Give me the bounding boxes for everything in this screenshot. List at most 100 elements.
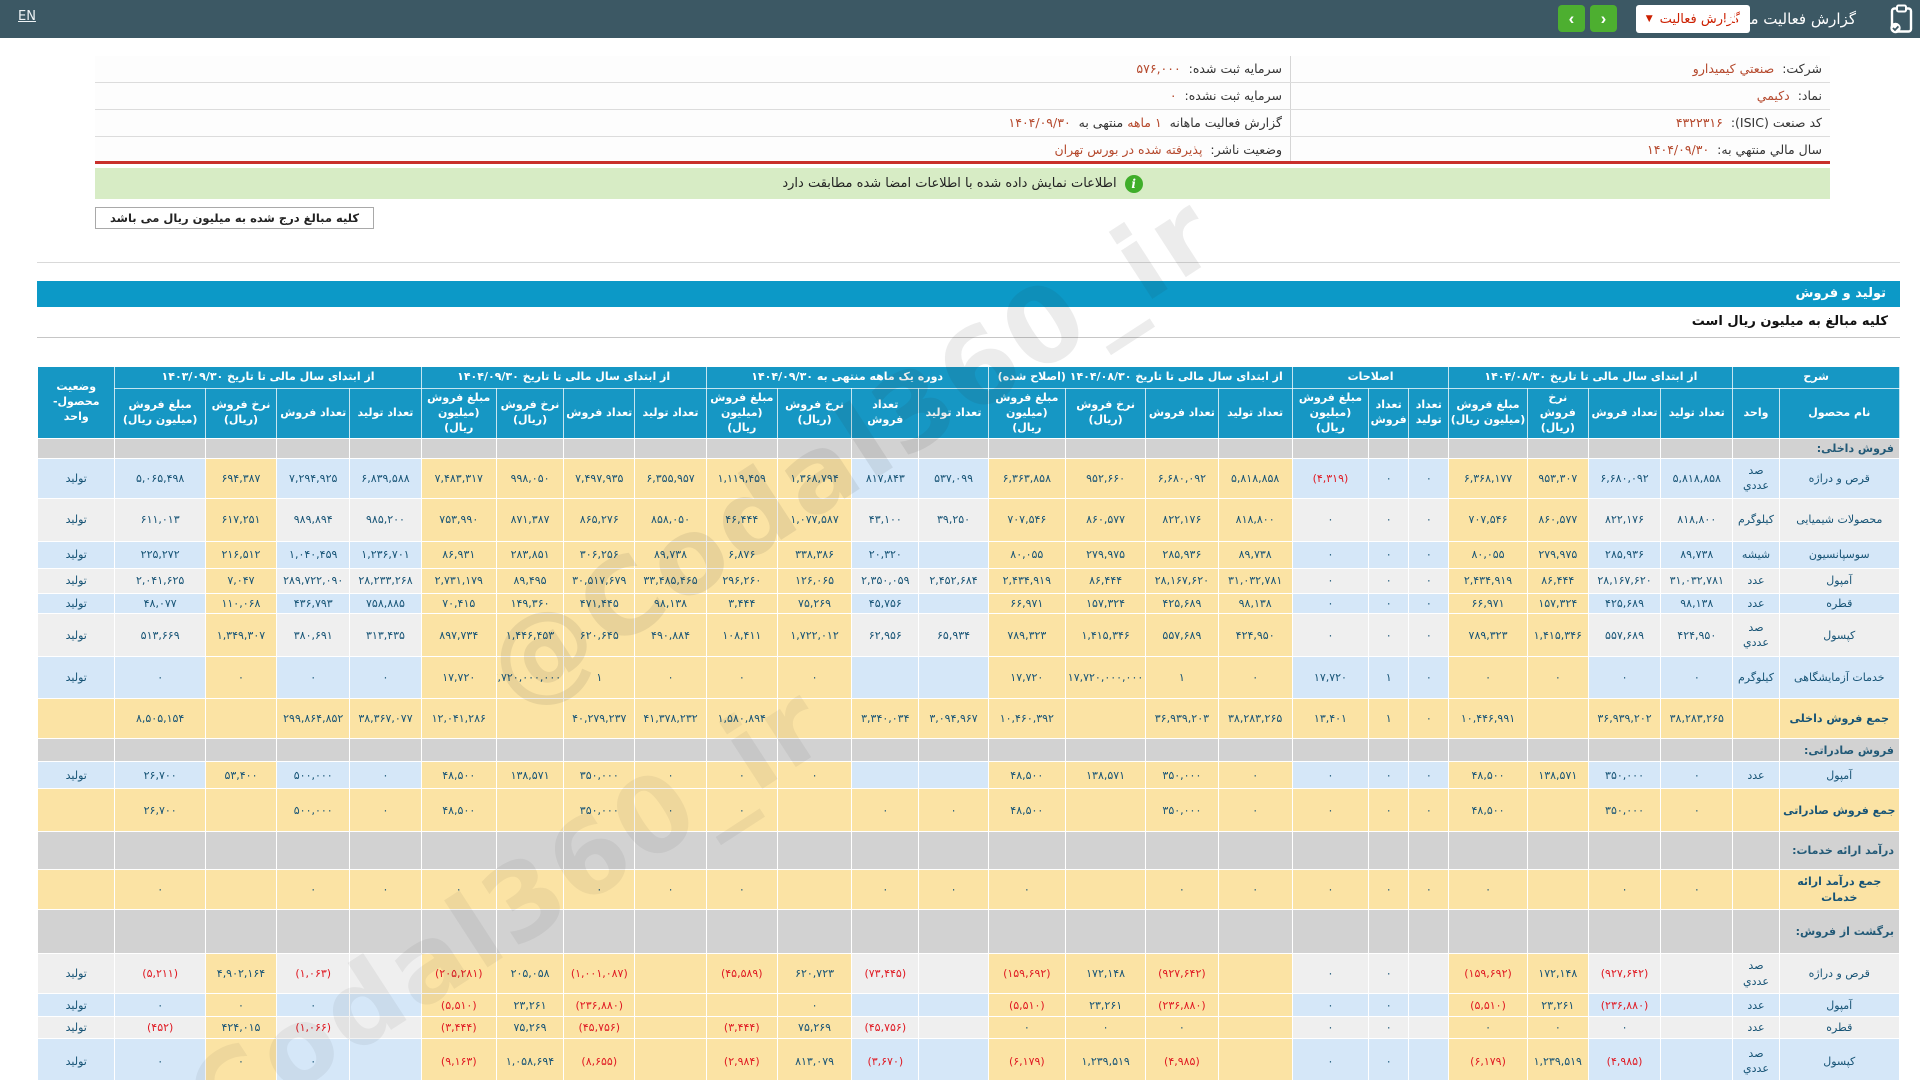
table-cell: ۸۰,۰۵۵ [987, 540, 1066, 569]
table-cell: ۲۸۹,۷۲۲,۰۹۰ [276, 567, 351, 594]
cell-value: ۲۹۹,۸۶۴,۸۵۲ [283, 712, 344, 726]
table-cell: ۸۶۰,۵۷۷ [1526, 497, 1589, 542]
cell-value: (۵,۵۱۰) [440, 998, 477, 1012]
col-group-sharh: شرح [1732, 366, 1900, 389]
cell-value: ۴۶,۴۴۴ [725, 513, 759, 527]
table-cell: ۰ [1660, 869, 1734, 911]
table-cell: ۹۸۵,۲۰۰ [349, 497, 422, 542]
table-cell: ۵۵۷,۶۸۹ [1145, 613, 1219, 658]
language-toggle-en[interactable]: EN [18, 9, 36, 24]
section-cell [1408, 831, 1450, 871]
unit-cell: کیلوگرم [1732, 497, 1780, 542]
table-cell: ۵۵۷,۶۸۹ [1587, 613, 1662, 658]
company-info-cell: سال مالي منتهي به: ۱۴۰۴/۰۹/۳۰ [1290, 137, 1830, 163]
cell-value: ۱۷,۷۲۰,۰۰۰,۰۰۰ [497, 671, 562, 685]
section-cell [563, 738, 636, 763]
cell-value: ۰ [1425, 548, 1432, 562]
table-cell: ۴۲۴,۹۵۰ [1217, 613, 1293, 658]
production-sales-table-wrap: شرح از ابتدای سال مالی تا تاریخ ۱۴۰۴/۰۸/۳… [36, 366, 1901, 1080]
section-cell [634, 437, 707, 459]
cell-value: ۱,۰۷۷,۵۸۷ [790, 513, 839, 527]
table-cell: (۴۵,۷۵۶) [563, 1016, 636, 1040]
cell-value: ۷۵۳,۹۹۰ [439, 513, 479, 527]
cell-value: ۰ [1023, 883, 1030, 897]
table-row: جمع درآمد ارائه خدمات ۰ ۰ ۰ ۰ ۰ ۰ ۰ ۰ ۰ ۰ ۰ ۰ ۰ ۰ ۰ ۰ ۰ ۰ [36, 869, 1901, 911]
table-row: آمپول عدد ۳۱,۰۳۲,۷۸۱ ۲۸,۱۶۷,۶۲۰ ۸۶,۴۴۴ ۲,۴۳۴,… [36, 567, 1901, 594]
table-cell [918, 993, 989, 1018]
table-row: فروش داخلی: [36, 437, 1901, 459]
section-cell [276, 437, 351, 459]
col-header-status: وضعیت محصول- واحد [36, 366, 116, 439]
section-cell [563, 909, 636, 955]
cell-value: ۴۸,۵۰۰ [1471, 768, 1505, 782]
section-cell [1408, 909, 1450, 955]
table-cell: ۶۲۰,۷۲۳ [776, 953, 853, 995]
table-cell: ۱,۳۴۹,۳۰۷ [204, 613, 278, 658]
section-cell [1408, 738, 1450, 763]
table-cell: ۸۶۰,۵۷۷ [1064, 497, 1147, 542]
cell-value: (۲۳۶,۸۸۰) [1158, 998, 1206, 1012]
table-cell: ۱۵۷,۳۲۴ [1064, 592, 1147, 615]
table-cell: ۰ [114, 993, 206, 1018]
section-cell [1660, 437, 1734, 459]
table-cell: ۶,۶۸۰,۰۹۲ [1145, 457, 1219, 499]
cell-value: ۲,۴۵۲,۶۸۴ [929, 574, 978, 588]
table-cell: ۴۱,۳۷۸,۲۳۲ [634, 698, 707, 740]
info-value: ۱۴۰۴/۰۹/۳۰ [1647, 142, 1714, 157]
section-cell [1732, 738, 1780, 763]
table-cell: ۲۶,۷۰۰ [114, 761, 206, 790]
cell-value: ۰ [382, 883, 389, 897]
cell-value: ۰ [1327, 574, 1334, 588]
col-header: نرخ فروش (ریال) [776, 388, 853, 439]
table-cell: ۰ [1291, 761, 1370, 790]
table-cell: ۸۱۸,۸۰۰ [1660, 497, 1734, 542]
cell-value: ۰ [882, 883, 889, 897]
cell-value: ۳۵۰,۰۰۰ [579, 768, 619, 782]
cell-value: ۰ [1385, 768, 1392, 782]
table-row: خدمات آزمایشگاهی کیلوگرم ۰ ۰ ۰ ۰ ۰ ۱ ۱۷,۷۲۰ ۰ ۱ ۱۷,… [36, 656, 1901, 700]
section-cell [1732, 909, 1780, 955]
cell-value: ۱۲,۰۴۱,۲۸۶ [431, 712, 486, 726]
clipboard-report-icon [1888, 4, 1914, 38]
table-cell: ۳۱۳,۴۳۵ [349, 613, 422, 658]
table-cell: (۲۳۶,۸۸۰) [563, 993, 636, 1018]
cell-value: ۲۶,۷۰۰ [143, 768, 177, 782]
table-row: قرص و دراژه صد عددي ۵,۸۱۸,۸۵۸ ۶,۶۸۰,۰۹۲ ۹۵۳,… [36, 457, 1901, 499]
col-header: تعداد فروش [1587, 388, 1662, 439]
section-cell [634, 909, 707, 955]
table-cell: ۴۸,۰۷۷ [114, 592, 206, 615]
table-cell: ۱۷۲,۱۴۸ [1064, 953, 1147, 995]
table-cell: ۱ [1145, 656, 1219, 700]
table-cell: ۰ [1448, 869, 1528, 911]
next-report-button[interactable]: › [1590, 5, 1617, 32]
cell-value: ۰ [157, 671, 164, 685]
cell-value: ۸۱۳,۰۷۹ [795, 1054, 835, 1068]
company-info-cell: شرکت: صنعتي کيميدارو [1290, 56, 1830, 82]
table-cell: ۳۶,۹۳۹,۲۰۲ [1587, 698, 1662, 740]
previous-report-button[interactable]: ‹ [1558, 5, 1585, 32]
cell-value: ۰ [1023, 1021, 1030, 1035]
table-cell: ۰ [1217, 761, 1293, 790]
section-cell [1368, 909, 1410, 955]
table-cell: ۸۲۲,۱۷۶ [1587, 497, 1662, 542]
section-cell [776, 738, 853, 763]
product-name: جمع فروش صادراتی [1778, 788, 1901, 833]
section-cell [705, 437, 778, 459]
table-cell: ۰ [349, 656, 422, 700]
cell-value: ۴۳۶,۷۹۳ [293, 596, 333, 610]
table-cell: ۰ [1291, 1016, 1370, 1040]
section-header-production-sales: تولید و فروش [37, 281, 1900, 307]
cell-value: ۳۵۰,۰۰۰ [579, 803, 619, 817]
status-cell: تولید [36, 457, 116, 499]
section-cell [1368, 738, 1410, 763]
cell-value: ۴۲۵,۶۸۹ [1162, 596, 1202, 610]
product-name: جمع فروش داخلی [1778, 698, 1901, 740]
table-cell: ۳۶,۹۳۹,۲۰۳ [1145, 698, 1219, 740]
table-cell: ۰ [1291, 1038, 1370, 1080]
table-cell: ۱,۴۴۶,۴۵۳ [495, 613, 565, 658]
table-cell: ۹۸,۱۳۸ [634, 592, 707, 615]
table-cell: (۶,۱۷۹) [987, 1038, 1066, 1080]
table-cell: ۱۰,۴۴۶,۹۹۱ [1448, 698, 1528, 740]
info-value: ۴۳۲۲۳۱۶ [1675, 115, 1727, 130]
unit-cell: صد عددي [1732, 457, 1780, 499]
